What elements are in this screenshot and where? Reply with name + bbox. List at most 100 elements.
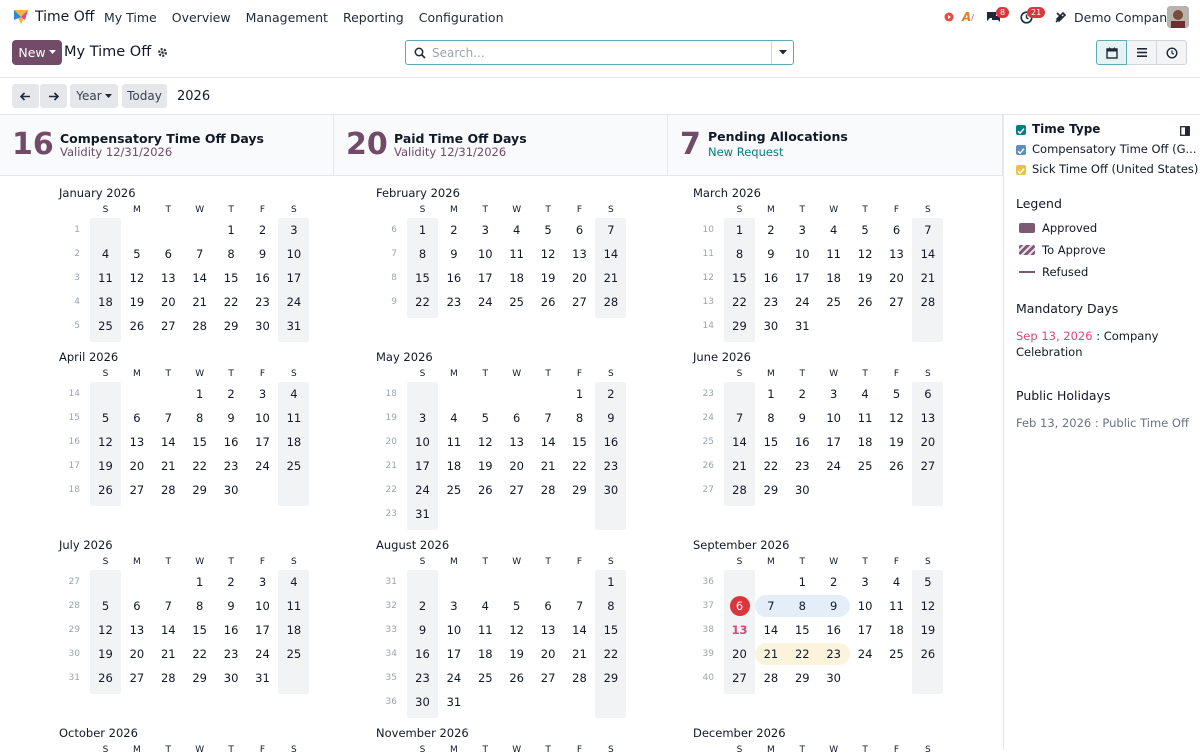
- calendar-day[interactable]: 22: [184, 454, 215, 478]
- calendar-day[interactable]: 20: [724, 642, 755, 666]
- calendar-day[interactable]: 3: [247, 570, 278, 594]
- calendar-day[interactable]: 9: [595, 406, 626, 430]
- calendar-day[interactable]: 12: [501, 618, 532, 642]
- calendar-day[interactable]: 6: [121, 594, 152, 618]
- calendar-day[interactable]: 24: [407, 478, 438, 502]
- calendar-day[interactable]: 19: [470, 454, 501, 478]
- calendar-day[interactable]: 27: [533, 666, 564, 690]
- calendar-day[interactable]: 12: [881, 406, 912, 430]
- calendar-day[interactable]: 23: [216, 642, 247, 666]
- calendar-day[interactable]: 11: [850, 406, 881, 430]
- calendar-day[interactable]: 10: [470, 242, 501, 266]
- calendar-day[interactable]: 10: [438, 618, 469, 642]
- calendar-day[interactable]: 24: [278, 290, 309, 314]
- allocation-card[interactable]: 20 Paid Time Off Days Validity 12/31/202…: [334, 115, 668, 175]
- calendar-day[interactable]: 14: [912, 242, 943, 266]
- previous-button[interactable]: [12, 84, 39, 108]
- calendar-day[interactable]: 28: [912, 290, 943, 314]
- calendar-day[interactable]: 4: [278, 382, 309, 406]
- calendar-day[interactable]: 3: [278, 218, 309, 242]
- next-button[interactable]: [40, 84, 67, 108]
- calendar-day[interactable]: 2: [755, 218, 786, 242]
- calendar-day[interactable]: 20: [121, 642, 152, 666]
- calendar-day[interactable]: 22: [184, 642, 215, 666]
- calendar-day[interactable]: 9: [438, 242, 469, 266]
- calendar-day[interactable]: 20: [533, 642, 564, 666]
- calendar-day[interactable]: 2: [407, 594, 438, 618]
- calendar-day[interactable]: 7: [912, 218, 943, 242]
- calendar-day[interactable]: 20: [501, 454, 532, 478]
- calendar-day[interactable]: 15: [595, 618, 626, 642]
- calendar-day[interactable]: 23: [595, 454, 626, 478]
- calendar-day[interactable]: 29: [755, 478, 786, 502]
- calendar-day[interactable]: 4: [90, 242, 121, 266]
- calendar-day[interactable]: 17: [407, 454, 438, 478]
- calendar-day[interactable]: 1: [755, 382, 786, 406]
- calendar-day[interactable]: 17: [247, 430, 278, 454]
- calendar-day[interactable]: 8: [787, 594, 818, 618]
- calendar-day[interactable]: 15: [564, 430, 595, 454]
- calendar-day[interactable]: 12: [470, 430, 501, 454]
- calendar-day[interactable]: 9: [818, 594, 849, 618]
- calendar-day[interactable]: 17: [247, 618, 278, 642]
- calendar-day[interactable]: 27: [501, 478, 532, 502]
- calendar-day[interactable]: 14: [724, 430, 755, 454]
- calendar-day[interactable]: 27: [564, 290, 595, 314]
- calendar-day[interactable]: 3: [787, 218, 818, 242]
- calendar-day[interactable]: 9: [216, 406, 247, 430]
- calendar-day[interactable]: 18: [501, 266, 532, 290]
- calendar-day[interactable]: 28: [533, 478, 564, 502]
- calendar-day[interactable]: 21: [153, 642, 184, 666]
- calendar-day[interactable]: 11: [278, 594, 309, 618]
- collapse-panel-icon[interactable]: [1180, 126, 1190, 136]
- calendar-day[interactable]: 7: [564, 594, 595, 618]
- calendar-day[interactable]: 7: [595, 218, 626, 242]
- calendar-day[interactable]: 3: [407, 406, 438, 430]
- calendar-day[interactable]: 25: [850, 454, 881, 478]
- calendar-day[interactable]: 20: [121, 454, 152, 478]
- calendar-day[interactable]: 26: [501, 666, 532, 690]
- calendar-day[interactable]: 11: [470, 618, 501, 642]
- calendar-day[interactable]: 7: [184, 242, 215, 266]
- calendar-day[interactable]: 10: [787, 242, 818, 266]
- company-switcher[interactable]: Demo Company: [1074, 10, 1175, 25]
- compensatory-checkbox[interactable]: [1016, 145, 1026, 155]
- calendar-day[interactable]: 30: [216, 666, 247, 690]
- calendar-day[interactable]: 10: [407, 430, 438, 454]
- month-title[interactable]: February 2026: [376, 186, 460, 200]
- calendar-day[interactable]: 13: [533, 618, 564, 642]
- calendar-day[interactable]: 7: [153, 594, 184, 618]
- calendar-day[interactable]: 8: [724, 242, 755, 266]
- menu-my-time[interactable]: My Time: [104, 10, 157, 25]
- month-title[interactable]: October 2026: [59, 726, 138, 740]
- calendar-day[interactable]: 1: [407, 218, 438, 242]
- mandatory-day[interactable]: 13: [724, 618, 755, 642]
- calendar-day[interactable]: 13: [564, 242, 595, 266]
- calendar-day[interactable]: 13: [501, 430, 532, 454]
- calendar-day[interactable]: 15: [407, 266, 438, 290]
- calendar-day[interactable]: 28: [724, 478, 755, 502]
- month-title[interactable]: August 2026: [376, 538, 449, 552]
- calendar-day[interactable]: 28: [755, 666, 786, 690]
- calendar-day[interactable]: 29: [595, 666, 626, 690]
- calendar-day[interactable]: 21: [564, 642, 595, 666]
- calendar-day[interactable]: 25: [278, 642, 309, 666]
- calendar-day[interactable]: 24: [850, 642, 881, 666]
- calendar-day[interactable]: 16: [216, 430, 247, 454]
- calendar-day[interactable]: 12: [90, 618, 121, 642]
- calendar-day[interactable]: 21: [755, 642, 786, 666]
- calendar-day[interactable]: 15: [724, 266, 755, 290]
- calendar-day[interactable]: 15: [184, 618, 215, 642]
- calendar-day[interactable]: 23: [818, 642, 849, 666]
- calendar-day[interactable]: 21: [912, 266, 943, 290]
- calendar-day[interactable]: 2: [247, 218, 278, 242]
- calendar-day[interactable]: 23: [787, 454, 818, 478]
- month-title[interactable]: September 2026: [693, 538, 790, 552]
- calendar-day[interactable]: 23: [407, 666, 438, 690]
- calendar-day[interactable]: 23: [755, 290, 786, 314]
- calendar-day[interactable]: 16: [595, 430, 626, 454]
- calendar-day[interactable]: 7: [724, 406, 755, 430]
- month-title[interactable]: January 2026: [59, 186, 136, 200]
- ai-icon[interactable]: A /: [962, 9, 974, 25]
- calendar-day[interactable]: 12: [850, 242, 881, 266]
